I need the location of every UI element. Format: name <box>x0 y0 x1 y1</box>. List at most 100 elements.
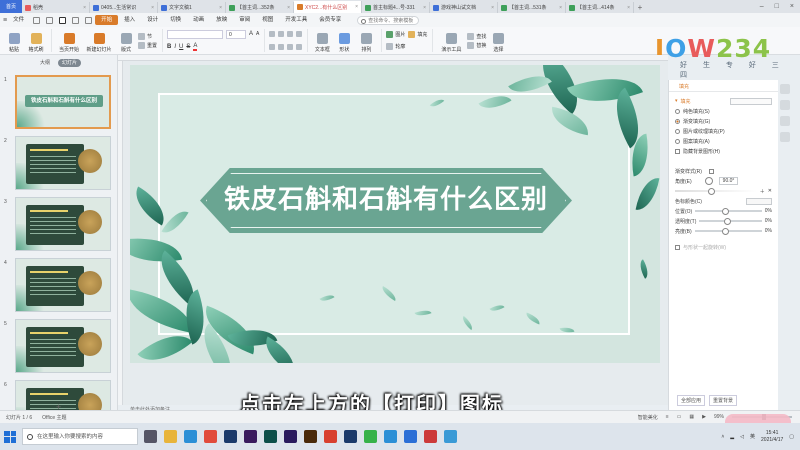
apply-all-button[interactable]: 全部应用 <box>677 395 706 406</box>
fill-option[interactable]: 图片或纹理填充(P) <box>669 126 778 136</box>
menu-tab[interactable]: 开始 <box>95 15 119 25</box>
presentation-tools-button[interactable]: 演示工具 <box>437 29 465 53</box>
font-shrink-icon[interactable]: A <box>256 31 259 37</box>
fill-option[interactable]: 纯色填充(S) <box>669 106 778 116</box>
number-list-icon[interactable] <box>278 31 285 38</box>
properties-sidebar-icon[interactable] <box>780 84 790 94</box>
document-tab[interactable]: 游戏神山试文档 × <box>430 2 498 13</box>
document-tab[interactable]: XYC2...有什么区别 × <box>294 1 362 13</box>
notes-icon[interactable]: ≡ <box>666 414 669 420</box>
close-tab-icon[interactable]: × <box>355 4 358 10</box>
animation-sidebar-icon[interactable] <box>780 100 790 110</box>
fill-option[interactable]: 图案填充(A) <box>669 136 778 146</box>
picture-button[interactable]: 图片 <box>386 30 405 38</box>
bold-icon[interactable]: B <box>167 44 171 50</box>
task-view-icon[interactable] <box>144 430 157 443</box>
close-tab-icon[interactable]: × <box>287 5 290 11</box>
close-tab-icon[interactable]: × <box>423 5 426 11</box>
photos-icon[interactable] <box>404 430 417 443</box>
after-effects-icon[interactable] <box>284 430 297 443</box>
document-tab[interactable]: 【首主词...352条 × <box>226 2 294 13</box>
menu-tab[interactable]: 切换 <box>164 15 187 25</box>
fill-option-radio[interactable] <box>675 128 680 134</box>
menu-file[interactable]: 文件 <box>7 15 30 25</box>
hide-bg-row[interactable]: 隐藏背景图形(H) <box>669 146 778 156</box>
bullet-list-icon[interactable] <box>269 31 276 38</box>
close-tab-icon[interactable]: × <box>83 5 86 11</box>
input-language[interactable]: 英 <box>750 433 755 440</box>
current-slide[interactable]: 铁皮石斛和石斛有什么区别 <box>130 65 660 363</box>
edge-icon[interactable] <box>184 430 197 443</box>
document-tab[interactable]: 稻壳 × <box>22 2 90 13</box>
photoshop-icon[interactable] <box>224 430 237 443</box>
angle-input[interactable]: 90.0° <box>718 177 739 185</box>
reset-button[interactable]: 重置 <box>138 41 157 49</box>
media-icon[interactable] <box>424 430 437 443</box>
menu-tab[interactable]: 动画 <box>187 15 210 25</box>
shape-button[interactable]: 形状 <box>334 29 354 53</box>
close-icon[interactable]: × <box>790 3 794 10</box>
textbox-button[interactable]: 文本框 <box>312 29 332 53</box>
save-icon[interactable] <box>33 16 41 24</box>
fill-button[interactable]: 填充 <box>408 30 427 38</box>
template-sidebar-icon[interactable] <box>780 116 790 126</box>
sorter-view-icon[interactable]: ▦ <box>689 414 694 420</box>
fill-option-radio[interactable] <box>675 138 680 144</box>
transparency-slider[interactable] <box>699 218 762 225</box>
menu-tab[interactable]: 视图 <box>256 15 279 25</box>
position-slider[interactable] <box>695 208 762 215</box>
document-tab[interactable]: 文字文稿1 × <box>158 2 226 13</box>
fill-option-radio[interactable] <box>675 108 680 114</box>
fill-option[interactable]: 渐变填充(G) <box>669 116 778 126</box>
add-stop-icon[interactable]: ＋ <box>760 188 765 195</box>
zoom-level[interactable]: 99% <box>714 414 724 420</box>
gradient-stop-bar[interactable] <box>675 188 757 195</box>
network-icon[interactable]: ▂ <box>730 434 734 440</box>
font-color-icon[interactable]: A <box>193 43 198 51</box>
windows-start-icon[interactable] <box>4 430 16 443</box>
rotate-with-shape-checkbox[interactable] <box>675 244 680 250</box>
help-sidebar-icon[interactable] <box>780 132 790 142</box>
menu-tab[interactable]: 设计 <box>141 15 164 25</box>
file-explorer-icon[interactable] <box>164 430 177 443</box>
transparency-value[interactable]: 0% <box>765 218 772 224</box>
menu-tab[interactable]: 会员专享 <box>313 15 347 25</box>
outdent-icon[interactable] <box>296 31 303 38</box>
layout-button[interactable]: 版式 <box>116 29 136 53</box>
format-painter-button[interactable]: 格式刷 <box>26 29 46 53</box>
close-tab-icon[interactable]: × <box>627 5 630 11</box>
slide-thumbnail[interactable] <box>15 319 111 373</box>
print-icon[interactable] <box>59 16 67 24</box>
paste-button[interactable]: 粘贴 <box>4 29 24 53</box>
redo-icon[interactable] <box>72 16 80 24</box>
replace-button[interactable]: 替换 <box>467 41 486 49</box>
close-tab-icon[interactable]: × <box>491 5 494 11</box>
section-button[interactable]: 节 <box>138 32 157 40</box>
wps-icon[interactable] <box>324 430 337 443</box>
underline-icon[interactable]: U <box>179 44 183 50</box>
reset-background-button[interactable]: 重置背景 <box>709 395 738 406</box>
slide-thumbnail[interactable] <box>15 197 111 251</box>
select-button[interactable]: 选择 <box>488 29 508 53</box>
taskbar-search-input[interactable]: 在这里输入你要搜索的内容 <box>22 428 138 445</box>
smart-beautify-button[interactable]: 智能美化 <box>638 414 658 421</box>
close-tab-icon[interactable]: × <box>151 5 154 11</box>
brightness-slider[interactable] <box>694 228 762 235</box>
media-encoder-icon[interactable] <box>344 430 357 443</box>
close-tab-icon[interactable]: × <box>219 5 222 11</box>
chevron-up-icon[interactable]: ˄ <box>721 434 724 440</box>
outline-button[interactable]: 轮廓 <box>386 43 405 51</box>
remove-stop-icon[interactable]: ✕ <box>768 188 772 194</box>
command-search-input[interactable]: 查找命令、搜索模板 <box>357 15 420 25</box>
wechat-icon[interactable] <box>364 430 377 443</box>
audition-icon[interactable] <box>264 430 277 443</box>
illustrator-icon[interactable] <box>304 430 317 443</box>
undo-icon[interactable] <box>46 16 54 24</box>
slide-title[interactable]: 铁皮石斛和石斛有什么区别 <box>200 168 572 233</box>
strikethrough-icon[interactable]: S <box>186 44 190 50</box>
notification-icon[interactable]: ▢ <box>789 434 794 440</box>
angle-dial-icon[interactable] <box>704 177 713 185</box>
slide-thumbnail[interactable] <box>15 258 111 312</box>
from-current-button[interactable]: 当页开始 <box>56 29 82 53</box>
normal-view-icon[interactable]: ▭ <box>677 414 682 420</box>
